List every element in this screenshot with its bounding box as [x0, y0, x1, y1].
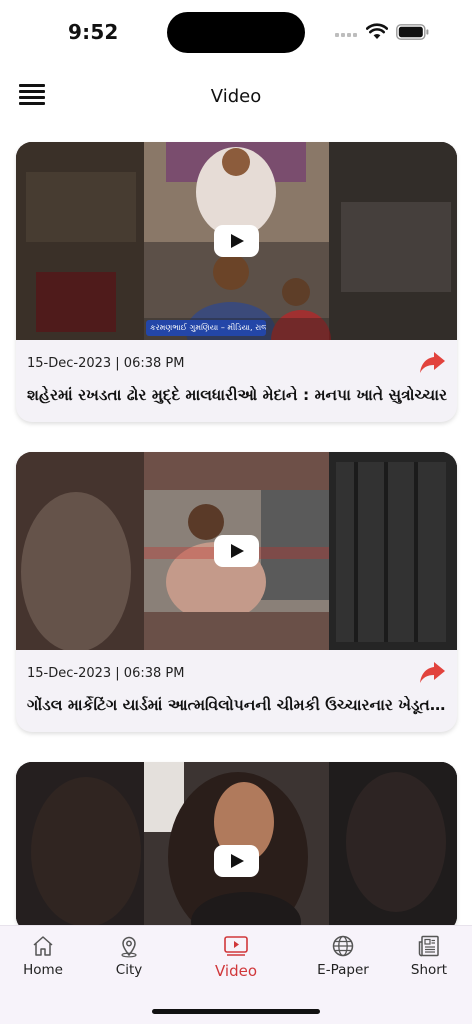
nav-epaper[interactable]: E-Paper — [303, 934, 383, 978]
newspaper-icon — [418, 935, 439, 957]
video-title[interactable]: શહેરમાં રખડતા ઢોર મુદ્દે માલધારીઓ મેદાને… — [27, 386, 447, 405]
nav-home[interactable]: Home — [3, 934, 83, 978]
dynamic-island — [167, 12, 305, 53]
video-thumbnail[interactable] — [16, 452, 457, 650]
play-button-icon[interactable] — [214, 535, 259, 567]
app-header: Video — [0, 66, 472, 128]
nav-epaper-label: E-Paper — [317, 962, 369, 978]
video-overlay-caption: કરમણભાઈ ગુમણિયા – મીડિયા, રાજકોટ — [146, 320, 266, 336]
nav-short-label: Short — [410, 962, 448, 978]
location-pin-icon — [121, 936, 137, 958]
video-title[interactable]: ગોંડલ માર્કેટિંગ યાર્ડમાં આત્મવિલોપનની ચ… — [27, 696, 447, 715]
share-arrow-icon[interactable] — [418, 658, 446, 686]
home-indicator[interactable] — [152, 1009, 320, 1014]
nav-home-label: Home — [23, 962, 63, 978]
home-icon — [33, 936, 53, 956]
video-thumbnail[interactable]: કરમણભાઈ ગુમણિયા – મીડિયા, રાજકોટ — [16, 142, 457, 340]
cellular-signal-icon — [335, 33, 357, 37]
nav-city-label: City — [115, 962, 143, 978]
wifi-icon — [366, 23, 388, 39]
share-arrow-icon[interactable] — [418, 348, 446, 376]
video-play-icon — [224, 936, 248, 956]
video-date: 15-Dec-2023 | 06:38 PM — [27, 356, 185, 371]
video-feed[interactable]: કરમણભાઈ ગુમણિયા – મીડિયા, રાજકોટ 15-Dec-… — [16, 142, 457, 962]
status-time: 9:52 — [68, 20, 119, 44]
nav-video-label: Video — [214, 962, 258, 980]
video-date: 15-Dec-2023 | 06:38 PM — [27, 666, 185, 681]
nav-city[interactable]: City — [89, 934, 169, 978]
play-button-icon[interactable] — [214, 845, 259, 877]
video-thumbnail[interactable] — [16, 762, 457, 932]
globe-icon — [332, 935, 354, 957]
play-button-icon[interactable] — [214, 225, 259, 257]
video-card[interactable]: કરમણભાઈ ગુમણિયા – મીડિયા, રાજકોટ 15-Dec-… — [16, 142, 457, 422]
battery-icon — [396, 24, 429, 40]
nav-video[interactable]: Video — [196, 934, 276, 980]
page-title: Video — [210, 86, 262, 107]
nav-short[interactable]: Short — [389, 934, 469, 978]
video-card[interactable]: 15-Dec-2023 | 06:38 PM ગોંડલ માર્કેટિંગ … — [16, 452, 457, 732]
status-bar: 9:52 — [0, 0, 472, 60]
video-card[interactable] — [16, 762, 457, 932]
